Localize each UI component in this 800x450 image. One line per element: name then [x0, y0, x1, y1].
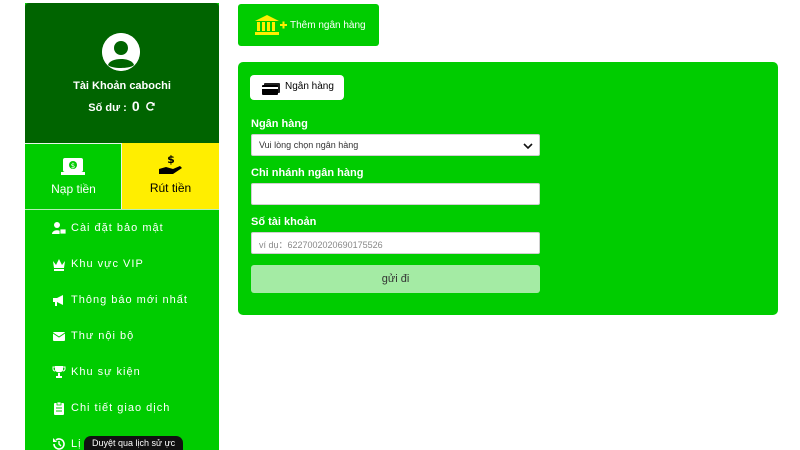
branch-input[interactable]	[251, 183, 540, 205]
tooltip-text: Duyệt qua lịch sử	[92, 438, 163, 448]
menu-item-transaction-details[interactable]: Chi tiết giao dịch	[25, 390, 219, 426]
menu-item-label: Khu sự kiện	[71, 366, 141, 378]
balance-row: Số dư : 0	[25, 98, 219, 115]
money-deposit-icon: $	[61, 154, 85, 181]
avatar	[102, 33, 140, 71]
trophy-icon	[52, 365, 66, 379]
bank-select-value: Vui lòng chọn ngân hàng	[259, 140, 359, 150]
tab-bank[interactable]: Ngân hàng	[250, 75, 344, 100]
balance-label: Số dư :	[88, 102, 127, 114]
bank-select[interactable]: Vui lòng chọn ngân hàng	[251, 134, 540, 156]
tooltip-overlap-text: ực	[164, 438, 176, 448]
add-bank-label: Thêm ngân hàng	[290, 20, 366, 31]
balance-value: 0	[131, 98, 140, 114]
menu-item-security-settings[interactable]: Cài đặt bảo mật	[25, 210, 219, 246]
menu-item-label: Lị	[71, 438, 82, 450]
chevron-down-icon	[523, 142, 533, 152]
svg-text:$: $	[167, 153, 175, 166]
bank-form-panel: Ngân hàng Ngân hàng Vui lòng chọn ngân h…	[238, 62, 778, 315]
history-icon	[52, 437, 66, 450]
menu-item-label: Thư nội bộ	[71, 330, 135, 342]
tooltip: Duyệt qua lịch sử ực	[84, 436, 184, 450]
menu-item-internal-mail[interactable]: Thư nội bộ	[25, 318, 219, 354]
credit-card-icon	[262, 82, 280, 100]
hand-money-icon: $	[158, 153, 184, 182]
menu-item-events[interactable]: Khu sự kiện	[25, 354, 219, 390]
bank-select-label: Ngân hàng	[251, 118, 308, 130]
user-avatar-icon	[102, 33, 140, 71]
quick-actions: $ Nạp tiền $ Rút tiền	[25, 143, 219, 209]
add-bank-button[interactable]: Thêm ngân hàng	[238, 4, 379, 46]
sidebar: Tài Khoản cabochi Số dư : 0 $ Nạp tiền $…	[25, 3, 219, 450]
profile-card: Tài Khoản cabochi Số dư : 0	[25, 3, 219, 143]
menu-item-latest-news[interactable]: Thông báo mới nhất	[25, 282, 219, 318]
envelope-icon	[52, 329, 66, 343]
account-number-input[interactable]: ví dụ：6227002020690175526	[251, 232, 540, 254]
withdraw-label: Rút tiền	[149, 181, 192, 195]
menu-item-label: Thông báo mới nhất	[71, 294, 188, 306]
deposit-button[interactable]: $ Nạp tiền	[25, 143, 122, 209]
megaphone-icon	[52, 293, 66, 307]
svg-text:$: $	[71, 162, 75, 170]
submit-button[interactable]: gửi đi	[251, 265, 540, 293]
account-number-placeholder: ví dụ：6227002020690175526	[259, 240, 383, 250]
menu-item-label: Chi tiết giao dịch	[71, 402, 171, 414]
clipboard-icon	[52, 401, 66, 415]
refresh-icon[interactable]	[145, 101, 156, 115]
account-name: Tài Khoản cabochi	[73, 80, 171, 92]
account-number-label: Số tài khoản	[251, 216, 317, 228]
menu-item-label: Cài đặt bảo mật	[71, 222, 164, 234]
menu-item-vip-area[interactable]: Khu vực VIP	[25, 246, 219, 282]
deposit-label: Nạp tiền	[51, 182, 96, 196]
withdraw-button[interactable]: $ Rút tiền	[122, 143, 219, 209]
sidebar-menu: Cài đặt bảo mật Khu vực VIP Thông báo mớ…	[25, 209, 219, 450]
tab-label: Ngân hàng	[285, 81, 334, 92]
menu-item-label: Khu vực VIP	[71, 258, 144, 270]
bank-add-icon	[254, 14, 288, 41]
user-lock-icon	[52, 221, 67, 235]
branch-field-label: Chi nhánh ngân hàng	[251, 167, 364, 179]
vip-crown-icon	[52, 257, 66, 271]
